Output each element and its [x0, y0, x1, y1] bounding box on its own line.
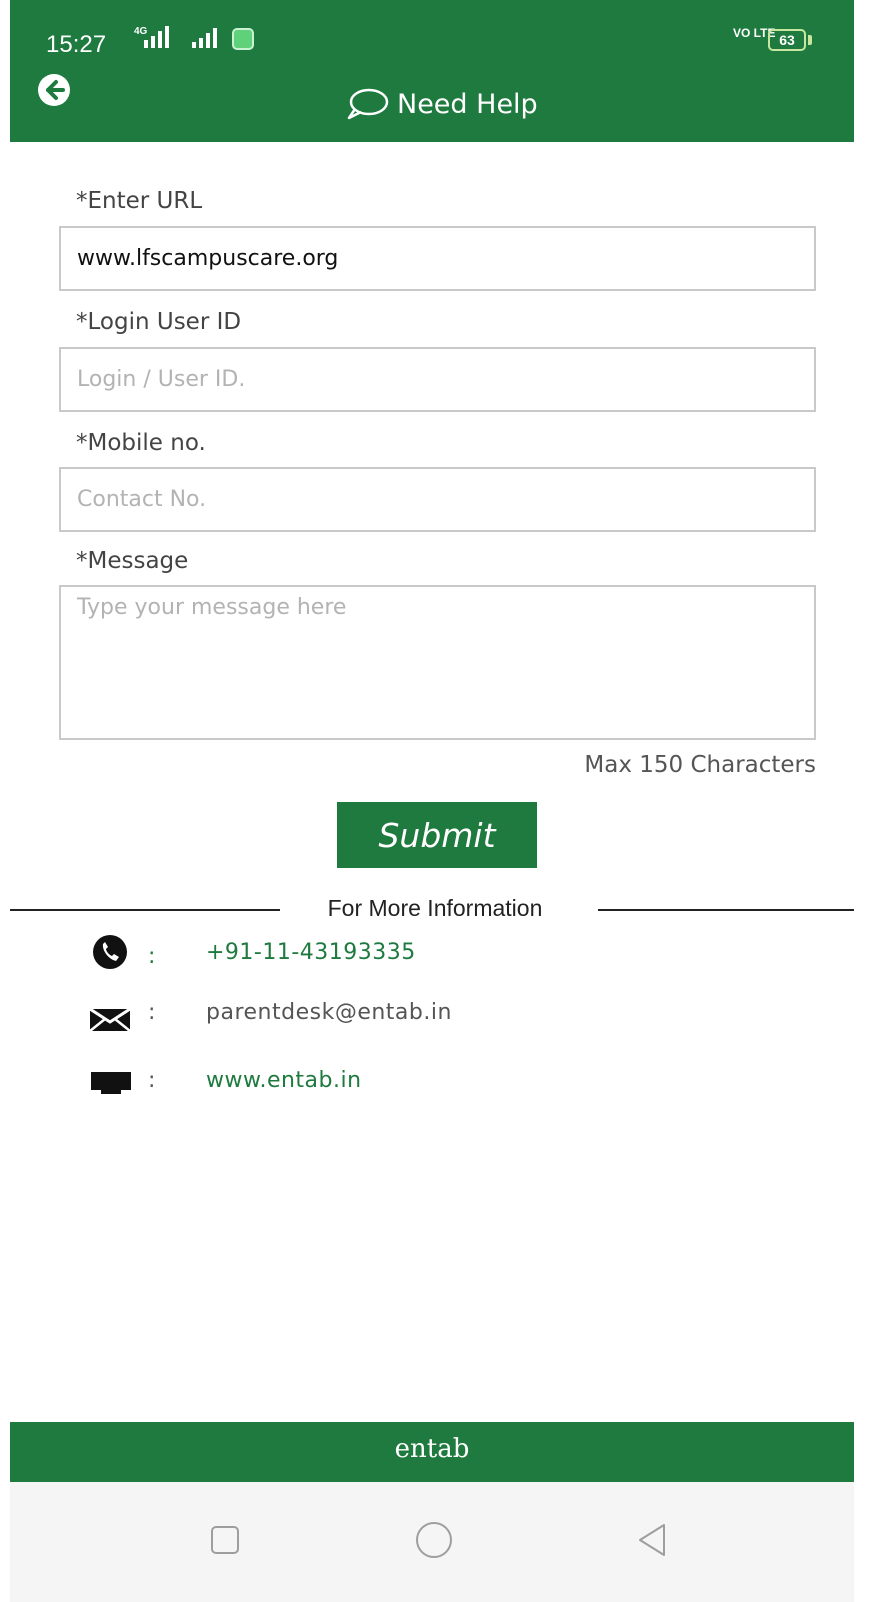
- phone-number-link[interactable]: +91-11-43193335: [206, 940, 416, 965]
- website-link[interactable]: www.entab.in: [206, 1068, 362, 1093]
- contact-website-row: : www.entab.in: [10, 1064, 854, 1104]
- url-label: *Enter URL: [76, 188, 203, 214]
- page-title-group: Need Help: [345, 84, 538, 124]
- battery-tip-icon: [808, 35, 812, 45]
- phone-icon: [93, 935, 127, 969]
- max-characters-hint: Max 150 Characters: [584, 752, 816, 778]
- app-bar: Need Help: [10, 62, 854, 142]
- signal-strength-icon: [144, 26, 169, 48]
- message-textarea[interactable]: [59, 585, 816, 740]
- signal-strength-2-icon: [192, 28, 217, 48]
- message-label: *Message: [76, 548, 189, 574]
- mail-envelope-icon: [89, 1007, 131, 1032]
- status-time: 15:27: [46, 31, 107, 58]
- monitor-icon: [91, 1072, 131, 1094]
- submit-button[interactable]: Submit: [337, 802, 537, 868]
- info-divider: For More Information: [10, 892, 854, 928]
- contact-email-row: : parentdesk@entab.in: [10, 998, 854, 1038]
- login-user-id-input[interactable]: [59, 347, 816, 412]
- entab-logo: entab: [394, 1434, 470, 1464]
- divider-line-left: [10, 909, 280, 911]
- login-user-id-label: *Login User ID: [76, 309, 242, 335]
- app-screen: 15:27 4G VO LTE 63 Need Help *Enter URL …: [10, 0, 854, 1602]
- back-triangle-icon[interactable]: [634, 1522, 670, 1558]
- home-icon[interactable]: [414, 1522, 454, 1562]
- mobile-label: *Mobile no.: [76, 430, 206, 456]
- website-separator: :: [148, 1068, 156, 1093]
- footer-bar: entab: [10, 1422, 854, 1482]
- email-link[interactable]: parentdesk@entab.in: [206, 1000, 452, 1025]
- mobile-input[interactable]: [59, 467, 816, 532]
- email-separator: :: [148, 1000, 156, 1025]
- divider-line-right: [598, 909, 854, 911]
- recent-apps-icon[interactable]: [208, 1522, 244, 1558]
- contact-phone-row: : +91-11-43193335: [10, 934, 854, 974]
- url-input[interactable]: [59, 226, 816, 291]
- page-title: Need Help: [397, 88, 538, 120]
- info-title: For More Information: [327, 895, 543, 921]
- battery-indicator: 63: [768, 29, 806, 51]
- status-bar: 15:27 4G VO LTE 63: [10, 0, 854, 62]
- notification-app-icon: [232, 28, 254, 50]
- arrow-left-circle-icon[interactable]: [37, 73, 71, 107]
- system-nav-bar: [10, 1482, 854, 1602]
- phone-separator: :: [148, 944, 156, 969]
- chat-bubble-icon: [347, 88, 389, 120]
